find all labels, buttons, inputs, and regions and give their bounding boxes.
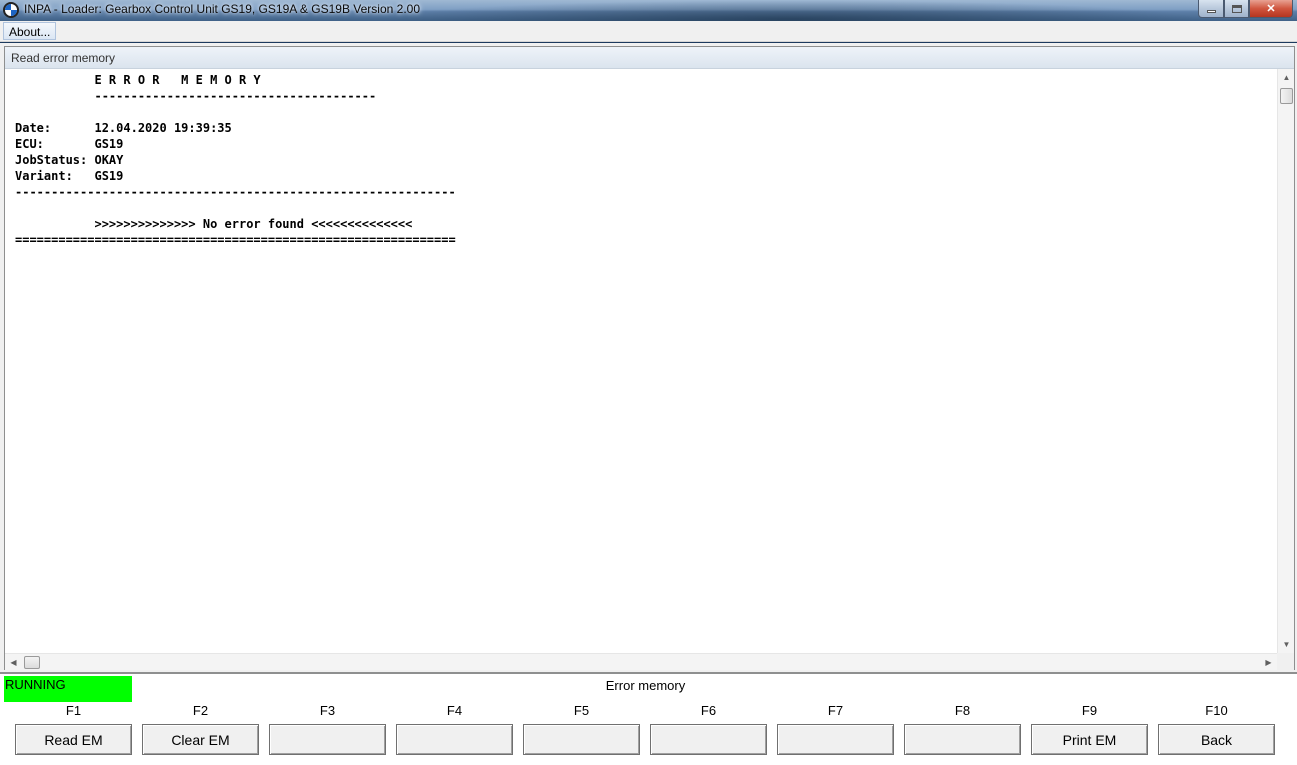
window-controls: ✕: [1198, 0, 1293, 19]
title-bar-background: [380, 0, 1200, 21]
horizontal-scroll-thumb[interactable]: [24, 656, 40, 669]
window-title: INPA - Loader: Gearbox Control Unit GS19…: [24, 2, 420, 16]
text-line: Date: 12.04.2020 19:39:35: [15, 121, 232, 135]
fkey-label-f6: F6: [700, 703, 717, 718]
maximize-button[interactable]: [1224, 0, 1249, 18]
fkey-label-f10: F10: [1205, 703, 1228, 718]
text-line: ----------------------------------------…: [15, 185, 456, 199]
text-line: ECU: GS19: [15, 137, 124, 151]
f4-button[interactable]: [396, 724, 513, 755]
scroll-left-icon[interactable]: ◀: [5, 654, 22, 671]
function-key-area: RUNNING Error memory F1 F2 F3 F4 F5 F6 F…: [0, 672, 1297, 765]
fkey-label-f3: F3: [319, 703, 336, 718]
clear-em-button[interactable]: Clear EM: [142, 724, 259, 755]
f8-button[interactable]: [904, 724, 1021, 755]
fkey-label-f7: F7: [827, 703, 844, 718]
vertical-scrollbar[interactable]: ▲ ▼: [1277, 69, 1294, 653]
bmw-logo-icon[interactable]: [3, 2, 19, 18]
print-em-button[interactable]: Print EM: [1031, 724, 1148, 755]
scroll-down-icon[interactable]: ▼: [1278, 636, 1295, 653]
fkey-label-f1: F1: [65, 703, 82, 718]
minimize-button[interactable]: [1198, 0, 1224, 18]
fkey-label-f9: F9: [1081, 703, 1098, 718]
text-line: JobStatus: OKAY: [15, 153, 124, 167]
text-line: ---------------------------------------: [15, 89, 377, 103]
fkey-label-f4: F4: [446, 703, 463, 718]
main-frame: Read error memory E R R O R M E M O R Y …: [0, 43, 1297, 765]
panel-header: Read error memory: [5, 47, 1294, 69]
f5-button[interactable]: [523, 724, 640, 755]
fkey-labels: F1 F2 F3 F4 F5 F6 F7 F8 F9 F10: [0, 702, 1297, 722]
text-line: >>>>>>>>>>>>>> No error found <<<<<<<<<<…: [15, 217, 413, 231]
menu-bar: About...: [0, 21, 1297, 42]
text-line: ========================================…: [15, 233, 456, 247]
title-bar: INPA - Loader: Gearbox Control Unit GS19…: [0, 0, 1297, 21]
back-button[interactable]: Back: [1158, 724, 1275, 755]
minimize-icon: [1206, 10, 1216, 13]
close-button[interactable]: ✕: [1249, 0, 1293, 18]
output-text-area[interactable]: E R R O R M E M O R Y ------------------…: [5, 69, 1277, 653]
f6-button[interactable]: [650, 724, 767, 755]
panel-title: Read error memory: [11, 51, 116, 65]
vertical-scroll-thumb[interactable]: [1280, 88, 1293, 104]
output-panel: Read error memory E R R O R M E M O R Y …: [4, 46, 1295, 670]
text-line: Variant: GS19: [15, 169, 124, 183]
scrollbar-corner: [1277, 653, 1294, 670]
menu-item-about[interactable]: About...: [3, 22, 57, 40]
fkey-label-f5: F5: [573, 703, 590, 718]
f3-button[interactable]: [269, 724, 386, 755]
fkey-label-f8: F8: [954, 703, 971, 718]
maximize-icon: [1231, 4, 1242, 13]
screen-title: Error memory: [605, 678, 686, 693]
text-line: E R R O R M E M O R Y: [15, 73, 261, 87]
read-em-button[interactable]: Read EM: [15, 724, 132, 755]
scroll-up-icon[interactable]: ▲: [1278, 69, 1295, 86]
horizontal-scrollbar[interactable]: ◀ ▶: [5, 653, 1277, 670]
scroll-right-icon[interactable]: ▶: [1260, 654, 1277, 671]
close-icon: ✕: [1266, 3, 1276, 15]
fkey-label-f2: F2: [192, 703, 209, 718]
f7-button[interactable]: [777, 724, 894, 755]
